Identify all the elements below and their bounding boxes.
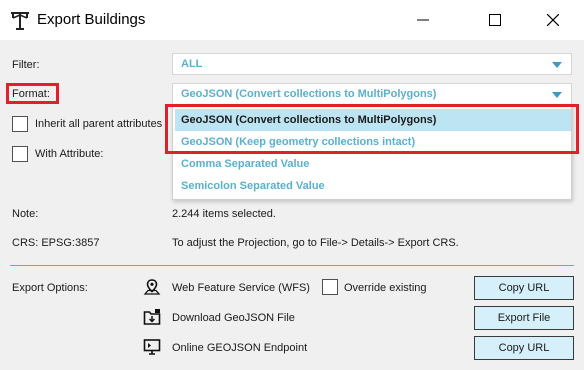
- monitor-icon: [143, 339, 161, 355]
- format-select[interactable]: GeoJSON (Convert collections to MultiPol…: [172, 83, 572, 105]
- dropdown-option[interactable]: Semicolon Separated Value: [175, 175, 571, 197]
- format-label: Format:: [12, 88, 50, 100]
- crs-hint: To adjust the Projection, go to File-> D…: [172, 237, 459, 249]
- online-endpoint-label: Online GEOJSON Endpoint: [172, 342, 308, 354]
- export-file-button[interactable]: Export File: [474, 306, 574, 330]
- divider: [10, 265, 574, 266]
- with-attribute-checkbox[interactable]: [12, 146, 28, 162]
- note-value: 2.244 items selected.: [172, 208, 276, 220]
- wfs-label: Web Feature Service (WFS): [172, 282, 310, 294]
- minimize-button[interactable]: [400, 0, 446, 40]
- download-folder-icon: [143, 309, 161, 325]
- filter-value: ALL: [181, 58, 203, 70]
- inherit-attributes-checkbox[interactable]: [12, 116, 28, 132]
- window-title: Export Buildings: [37, 11, 146, 28]
- override-existing-label: Override existing: [344, 282, 427, 294]
- close-icon: [547, 14, 559, 26]
- map-pin-icon: [143, 279, 161, 295]
- maximize-icon: [489, 14, 501, 26]
- dropdown-option[interactable]: Comma Separated Value: [175, 153, 571, 175]
- close-button[interactable]: [530, 0, 576, 40]
- chevron-down-icon: [552, 62, 562, 68]
- inherit-attributes-label: Inherit all parent attributes: [35, 118, 163, 130]
- chevron-down-icon: [552, 92, 562, 98]
- with-attribute-label: With Attribute:: [35, 148, 104, 160]
- minimize-icon: [417, 19, 429, 21]
- export-options-label: Export Options:: [12, 282, 88, 294]
- title-bar: Export Buildings: [0, 0, 584, 40]
- filter-select[interactable]: ALL: [172, 53, 572, 75]
- note-label: Note:: [12, 208, 39, 220]
- copy-wfs-url-button[interactable]: Copy URL: [474, 276, 574, 300]
- maximize-button[interactable]: [472, 0, 518, 40]
- format-value: GeoJSON (Convert collections to MultiPol…: [181, 88, 437, 100]
- override-existing-checkbox[interactable]: [322, 279, 338, 295]
- copy-endpoint-url-button[interactable]: Copy URL: [474, 336, 574, 360]
- options-highlight: [165, 104, 579, 154]
- filter-label: Filter:: [12, 59, 40, 71]
- crs-label: CRS: EPSG:3857: [12, 237, 100, 249]
- app-logo-icon: [11, 12, 29, 30]
- download-geojson-label: Download GeoJSON File: [172, 312, 295, 324]
